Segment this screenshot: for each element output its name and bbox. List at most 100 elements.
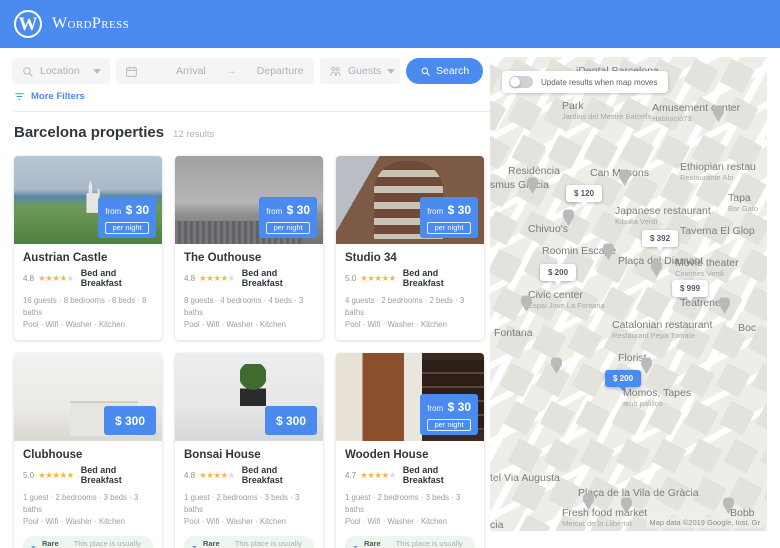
star-icon: ★: [67, 273, 74, 283]
rare-find-badge: Rare Find This place is usually booked: [184, 536, 314, 548]
location-placeholder: Location: [40, 65, 80, 77]
price-amount: $ 300: [276, 414, 306, 428]
rating-stars: ★★★★★: [38, 470, 74, 481]
price-badge: from $ 30 per night: [259, 197, 317, 238]
map-place-sublabel: Jardins del Mestre Balcells: [562, 112, 651, 121]
property-card[interactable]: $ 300 Clubhouse 5.0 ★★★★★ Bed and Breakf…: [14, 353, 162, 548]
rare-find-label: Rare Find: [42, 539, 69, 548]
property-details: Studio 34 5.0 ★★★★★ Bed and Breakfast 4 …: [336, 244, 484, 340]
price-from-label: from: [427, 207, 443, 216]
property-type: Bed and Breakfast: [403, 465, 475, 485]
map-price-pin[interactable]: $ 200: [605, 370, 641, 387]
star-icon: ★: [52, 470, 59, 480]
map-price-pin[interactable]: $ 392: [642, 230, 678, 247]
property-amenities: Pool · Wifi · Washer · Kitchen: [23, 516, 153, 528]
map-place-label: Taverna El Glop: [680, 225, 755, 237]
map-place-label: Japanese restaurantKibuka Verdi: [615, 205, 711, 226]
map-place-sublabel: Habitació73: [652, 114, 740, 123]
property-specs: 4 guests · 2 bedrooms · 2 beds · 3 baths…: [345, 295, 475, 331]
property-card[interactable]: from $ 30 per night The Outhouse 4.8 ★★★…: [175, 156, 323, 340]
app-header: W WordPress: [0, 0, 780, 48]
property-type: Bed and Breakfast: [242, 268, 314, 288]
map-panel[interactable]: iDental BarcelonaParkJardins del Mestre …: [490, 57, 767, 531]
update-results-toggle[interactable]: Update results when map moves: [502, 71, 668, 93]
wordpress-logo-icon[interactable]: W: [14, 10, 42, 38]
rating-stars: ★★★★★: [199, 273, 235, 284]
property-photo[interactable]: $ 300: [14, 353, 162, 441]
rare-find-badge: Rare Find This place is usually booked: [345, 536, 475, 548]
price-amount: $ 300: [115, 414, 145, 428]
map-place-label: Chivuo's: [528, 223, 568, 235]
star-icon: ★: [213, 470, 220, 480]
dates-field[interactable]: Arrival → Departure: [116, 58, 314, 84]
map-price-pin[interactable]: $ 120: [566, 185, 602, 202]
guests-placeholder: Guests: [348, 65, 381, 77]
rare-find-label: Rare Find: [203, 539, 230, 548]
property-title: Wooden House: [345, 449, 475, 461]
property-card[interactable]: from $ 30 per night Austrian Castle 4.8 …: [14, 156, 162, 340]
property-photo[interactable]: from $ 30 per night: [336, 353, 484, 441]
location-field[interactable]: Location: [12, 58, 110, 84]
price-amount: $ 30: [126, 203, 149, 217]
map-place-label: Catalonian restaurantRestaurant Pepa Tom…: [612, 319, 712, 340]
property-card[interactable]: from $ 30 per night Studio 34 5.0 ★★★★★ …: [336, 156, 484, 340]
map-place-sublabel: Espai Jove La Fontana: [528, 301, 605, 310]
rating-value: 4.8: [23, 274, 34, 283]
property-rating: 4.8 ★★★★★ Bed and Breakfast: [184, 268, 314, 288]
property-specs: 16 guests · 8 bedrooms · 8 beds · 8 bath…: [23, 295, 153, 331]
guests-field[interactable]: Guests: [320, 58, 400, 84]
property-rating: 4.8 ★★★★★ Bed and Breakfast: [23, 268, 153, 288]
star-icon: ★: [52, 273, 59, 283]
property-photo[interactable]: from $ 30 per night: [175, 156, 323, 244]
map-place-sublabel: Restaurante Abi: [680, 173, 756, 182]
map-place-label: tel Via Augusta: [490, 472, 560, 484]
rare-find-sub: This place is usually booked: [396, 539, 468, 548]
property-rating: 4.8 ★★★★★ Bed and Breakfast: [184, 465, 314, 485]
star-icon: ★: [60, 273, 67, 283]
property-capacity: 1 guest · 2 bedrooms · 3 beds · 3 baths: [345, 492, 475, 516]
star-icon: ★: [228, 273, 235, 283]
price-unit-label: per night: [105, 222, 149, 234]
rare-find-icon: [191, 544, 198, 548]
map-place-label: Momos, Tapesamb palillos -: [623, 387, 691, 408]
map-place-sublabel: Mercat de la Llibertat: [562, 519, 647, 528]
property-title: Studio 34: [345, 252, 475, 264]
map-place-sublabel: Bar Gato: [728, 204, 758, 213]
property-title: Austrian Castle: [23, 252, 153, 264]
property-photo[interactable]: from $ 30 per night: [14, 156, 162, 244]
property-rating: 5.0 ★★★★★ Bed and Breakfast: [23, 465, 153, 485]
calendar-icon: [125, 65, 138, 78]
toggle-switch[interactable]: [509, 76, 533, 88]
price-badge: $ 300: [265, 406, 317, 436]
star-icon: ★: [374, 470, 381, 480]
property-photo[interactable]: from $ 30 per night: [336, 156, 484, 244]
map-price-pin[interactable]: $ 200: [540, 264, 576, 281]
rating-stars: ★★★★★: [360, 470, 396, 481]
property-specs: 1 guest · 2 bedrooms · 3 beds · 3 baths …: [23, 492, 153, 528]
price-amount: $ 30: [287, 203, 310, 217]
property-specs: 1 guest · 2 bedrooms · 3 beds · 3 baths …: [184, 492, 314, 528]
property-amenities: Pool · Wifi · Washer · Kitchen: [184, 516, 314, 528]
map-place-label: Boc: [738, 322, 756, 334]
map-place-label: TapaBar Gato: [728, 192, 758, 213]
brand-name: WordPress: [52, 15, 129, 33]
property-card[interactable]: from $ 30 per night Wooden House 4.7 ★★★…: [336, 353, 484, 548]
rating-value: 4.7: [345, 471, 356, 480]
price-unit-label: per night: [427, 419, 471, 431]
price-badge: from $ 30 per night: [420, 197, 478, 238]
star-icon: ★: [374, 273, 381, 283]
map-place-label: Movie theaterCinemes Verdi: [675, 257, 739, 278]
search-button[interactable]: Search: [406, 58, 483, 84]
property-photo[interactable]: $ 300: [175, 353, 323, 441]
property-card[interactable]: $ 300 Bonsai House 4.8 ★★★★★ Bed and Bre…: [175, 353, 323, 548]
rating-value: 4.8: [184, 274, 195, 283]
price-unit-label: per night: [266, 222, 310, 234]
map-place-label: Plaça de la Vila de Gràcia: [578, 487, 699, 499]
price-amount: $ 30: [448, 400, 471, 414]
map-place-label: Amusement centerHabitació73: [652, 102, 740, 123]
map-place-sublabel: Restaurant Pepa Tomate: [612, 331, 712, 340]
search-button-label: Search: [436, 65, 469, 77]
map-price-pin[interactable]: $ 999: [672, 280, 708, 297]
property-type: Bed and Breakfast: [81, 465, 153, 485]
property-title: Clubhouse: [23, 449, 153, 461]
